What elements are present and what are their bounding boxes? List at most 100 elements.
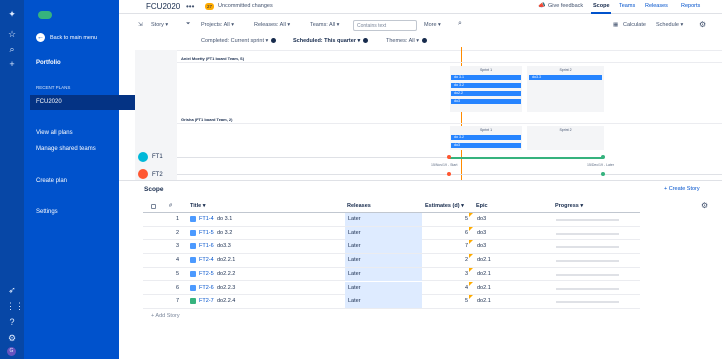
epic-value[interactable]: do3 — [477, 243, 486, 249]
issue-title[interactable]: do2.2.1 — [217, 257, 235, 263]
search-icon[interactable]: ⌕ — [458, 20, 462, 28]
table-settings-gear-icon[interactable]: ⚙ — [701, 201, 708, 210]
issue-title[interactable]: do3.3 — [217, 243, 231, 249]
release-value[interactable]: Later — [348, 230, 361, 236]
timeline-bar[interactable]: do 3.1 — [451, 75, 521, 80]
release-value[interactable]: Later — [348, 285, 361, 291]
team-avatar — [138, 152, 148, 162]
issue-title[interactable]: do2.2.4 — [217, 298, 235, 304]
tab-reports[interactable]: Reports — [681, 3, 700, 9]
clear-filter-icon[interactable] — [363, 38, 369, 44]
add-story-button[interactable]: + Add Story — [151, 313, 180, 319]
epic-value[interactable]: do2.1 — [477, 257, 491, 263]
schedule-select[interactable]: Schedule ▾ — [656, 22, 683, 28]
sidebar-manage-shared-teams[interactable]: Manage shared teams — [36, 146, 96, 152]
column-progress[interactable]: Progress ▾ — [555, 203, 583, 209]
app-switcher-icon[interactable]: ⋮⋮ — [6, 300, 24, 312]
estimate-value[interactable]: 7 — [465, 243, 468, 249]
table-row[interactable]: 4 FT2-4 do2.2.1 Later 2 do2.1 — [143, 254, 640, 268]
estimate-value[interactable]: 6 — [465, 230, 468, 236]
more-filters[interactable]: More ▾ — [424, 22, 441, 28]
table-row[interactable]: 5 FT2-5 do2.2.2 Later 3 do2.1 — [143, 267, 640, 282]
sidebar-create-plan[interactable]: Create plan — [36, 178, 67, 184]
sidebar-settings[interactable]: Settings — [36, 209, 58, 215]
create-story-button[interactable]: + Create Story — [664, 186, 700, 192]
more-actions-icon[interactable]: ••• — [186, 2, 194, 11]
timeline-bar[interactable]: do3 — [451, 143, 521, 148]
estimate-value[interactable]: 3 — [465, 271, 468, 277]
create-icon[interactable]: + — [6, 58, 18, 70]
table-row[interactable]: 3 FT1-6 do3.3 Later 7 do3 — [143, 240, 640, 255]
column-title[interactable]: Title ▾ — [190, 203, 206, 209]
column-releases[interactable]: Releases — [347, 203, 371, 209]
table-row[interactable]: 7 FT2-7 do2.2.4 Later 5 do2.1 — [143, 295, 640, 309]
issue-title[interactable]: do 3.2 — [217, 230, 232, 236]
table-row[interactable]: 1 FT1-4 do 3.1 Later 5 do3 — [143, 213, 640, 227]
issue-key-link[interactable]: FT1-5 — [199, 230, 214, 236]
rocket-icon[interactable]: ➶ — [6, 284, 18, 296]
estimate-value[interactable]: 2 — [465, 257, 468, 263]
tab-scope[interactable]: Scope — [593, 3, 610, 9]
estimate-value[interactable]: 5 — [465, 298, 468, 304]
gear-icon[interactable]: ⚙ — [699, 20, 706, 29]
give-feedback-button[interactable]: Give feedback — [548, 3, 583, 9]
release-value[interactable]: Later — [348, 216, 361, 222]
tab-teams[interactable]: Teams — [619, 3, 635, 9]
issue-title[interactable]: do2.2.2 — [217, 271, 235, 277]
issue-title[interactable]: do2.2.3 — [217, 285, 235, 291]
sidebar-view-all-plans[interactable]: View all plans — [36, 130, 73, 136]
issue-title[interactable]: do 3.1 — [217, 216, 232, 222]
estimate-value[interactable]: 5 — [465, 216, 468, 222]
issue-key-link[interactable]: FT2-7 — [199, 298, 214, 304]
star-icon[interactable]: ☆ — [6, 28, 18, 40]
back-to-main-menu[interactable]: ← Back to main menu — [36, 33, 97, 42]
teams-filter[interactable]: Teams: All ▾ — [310, 22, 339, 28]
timeline-bar[interactable]: do3 — [451, 99, 521, 104]
projects-filter[interactable]: Projects: All ▾ — [201, 22, 234, 28]
filter-icon: ⏷ — [186, 21, 191, 27]
themes-filter[interactable]: Themes: All ▾ — [386, 38, 428, 44]
estimate-warning-flag — [469, 226, 473, 231]
uncommitted-changes-button[interactable]: Uncommitted changes — [218, 3, 273, 9]
tab-releases[interactable]: Releases — [645, 3, 668, 9]
epic-value[interactable]: do2.1 — [477, 298, 491, 304]
hierarchy-select[interactable]: Story ▾ — [151, 22, 168, 28]
sidebar-portfolio[interactable]: Portfolio — [36, 60, 61, 66]
estimate-value[interactable]: 4 — [465, 285, 468, 291]
search-icon[interactable]: ⌕ — [6, 43, 18, 55]
column-estimates[interactable]: Estimates (d) ▾ — [425, 203, 464, 209]
release-value[interactable]: Later — [348, 243, 361, 249]
epic-value[interactable]: do3 — [477, 216, 486, 222]
calculate-button[interactable]: Calculate — [623, 22, 646, 28]
settings-icon[interactable]: ⚙ — [6, 332, 18, 344]
release-value[interactable]: Later — [348, 298, 361, 304]
issue-key-link[interactable]: FT1-6 — [199, 243, 214, 249]
timeline-bar[interactable]: do 3.2 — [451, 83, 521, 88]
issue-key-link[interactable]: FT1-4 — [199, 216, 214, 222]
timeline-bar[interactable]: do2.2 — [451, 91, 521, 96]
column-epic[interactable]: Epic — [476, 203, 488, 209]
issue-key-link[interactable]: FT2-4 — [199, 257, 214, 263]
epic-value[interactable]: do2.1 — [477, 285, 491, 291]
epic-value[interactable]: do3 — [477, 230, 486, 236]
table-row[interactable]: 6 FT2-6 do2.2.3 Later 4 do2.1 — [143, 281, 640, 296]
issue-key-link[interactable]: FT2-6 — [199, 285, 214, 291]
table-row[interactable]: 2 FT1-5 do 3.2 Later 6 do3 — [143, 226, 640, 241]
app-logo-icon[interactable]: ✦ — [6, 8, 18, 20]
scheduled-filter[interactable]: Scheduled: This quarter ▾ — [293, 38, 369, 44]
timeline-bar[interactable]: do3.3 — [529, 75, 602, 80]
search-input[interactable]: Contains text — [353, 20, 417, 31]
user-avatar[interactable]: G — [7, 347, 16, 356]
select-all-checkbox[interactable] — [151, 204, 156, 209]
clear-filter-icon[interactable] — [422, 38, 428, 44]
release-value[interactable]: Later — [348, 257, 361, 263]
start-marker — [447, 155, 451, 159]
releases-filter[interactable]: Releases: All ▾ — [254, 22, 290, 28]
epic-value[interactable]: do2.1 — [477, 271, 491, 277]
clear-filter-icon[interactable] — [271, 38, 277, 44]
timeline-bar[interactable]: do 3.2 — [451, 135, 521, 140]
issue-key-link[interactable]: FT2-5 — [199, 271, 214, 277]
release-value[interactable]: Later — [348, 271, 361, 277]
help-icon[interactable]: ? — [6, 316, 18, 328]
completed-filter[interactable]: Completed: Current sprint ▾ — [201, 38, 277, 44]
